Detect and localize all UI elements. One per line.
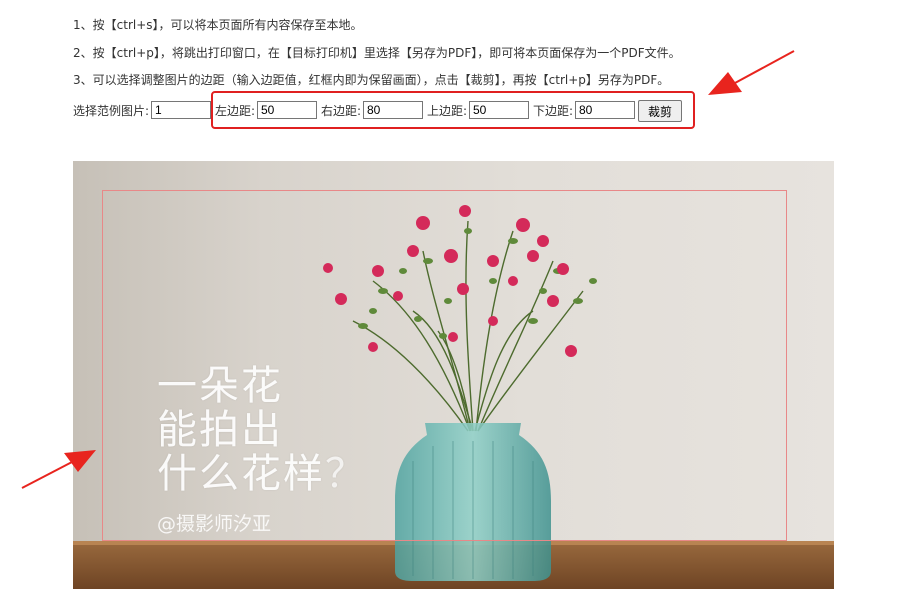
arrow-to-controls-icon [708,50,795,95]
crop-preview-frame [102,190,787,541]
example-image-input[interactable] [151,101,211,119]
instruction-line-2: 2、按【ctrl+p】，将跳出打印窗口，在【目标打印机】里选择【另存为PDF】，… [73,46,681,60]
instruction-line-1: 1、按【ctrl+s】，可以将本页面所有内容保存至本地。 [73,18,363,32]
example-image-label: 选择范例图片: [73,104,150,118]
controls-highlight-box [211,91,695,129]
instruction-line-3: 3、可以选择调整图片的边距（输入边距值，红框内即为保留画面），点击【裁剪】，再按… [73,73,670,87]
example-photo: 一朵花 能拍出 什么花样？ @摄影师汐亚 [73,161,834,589]
